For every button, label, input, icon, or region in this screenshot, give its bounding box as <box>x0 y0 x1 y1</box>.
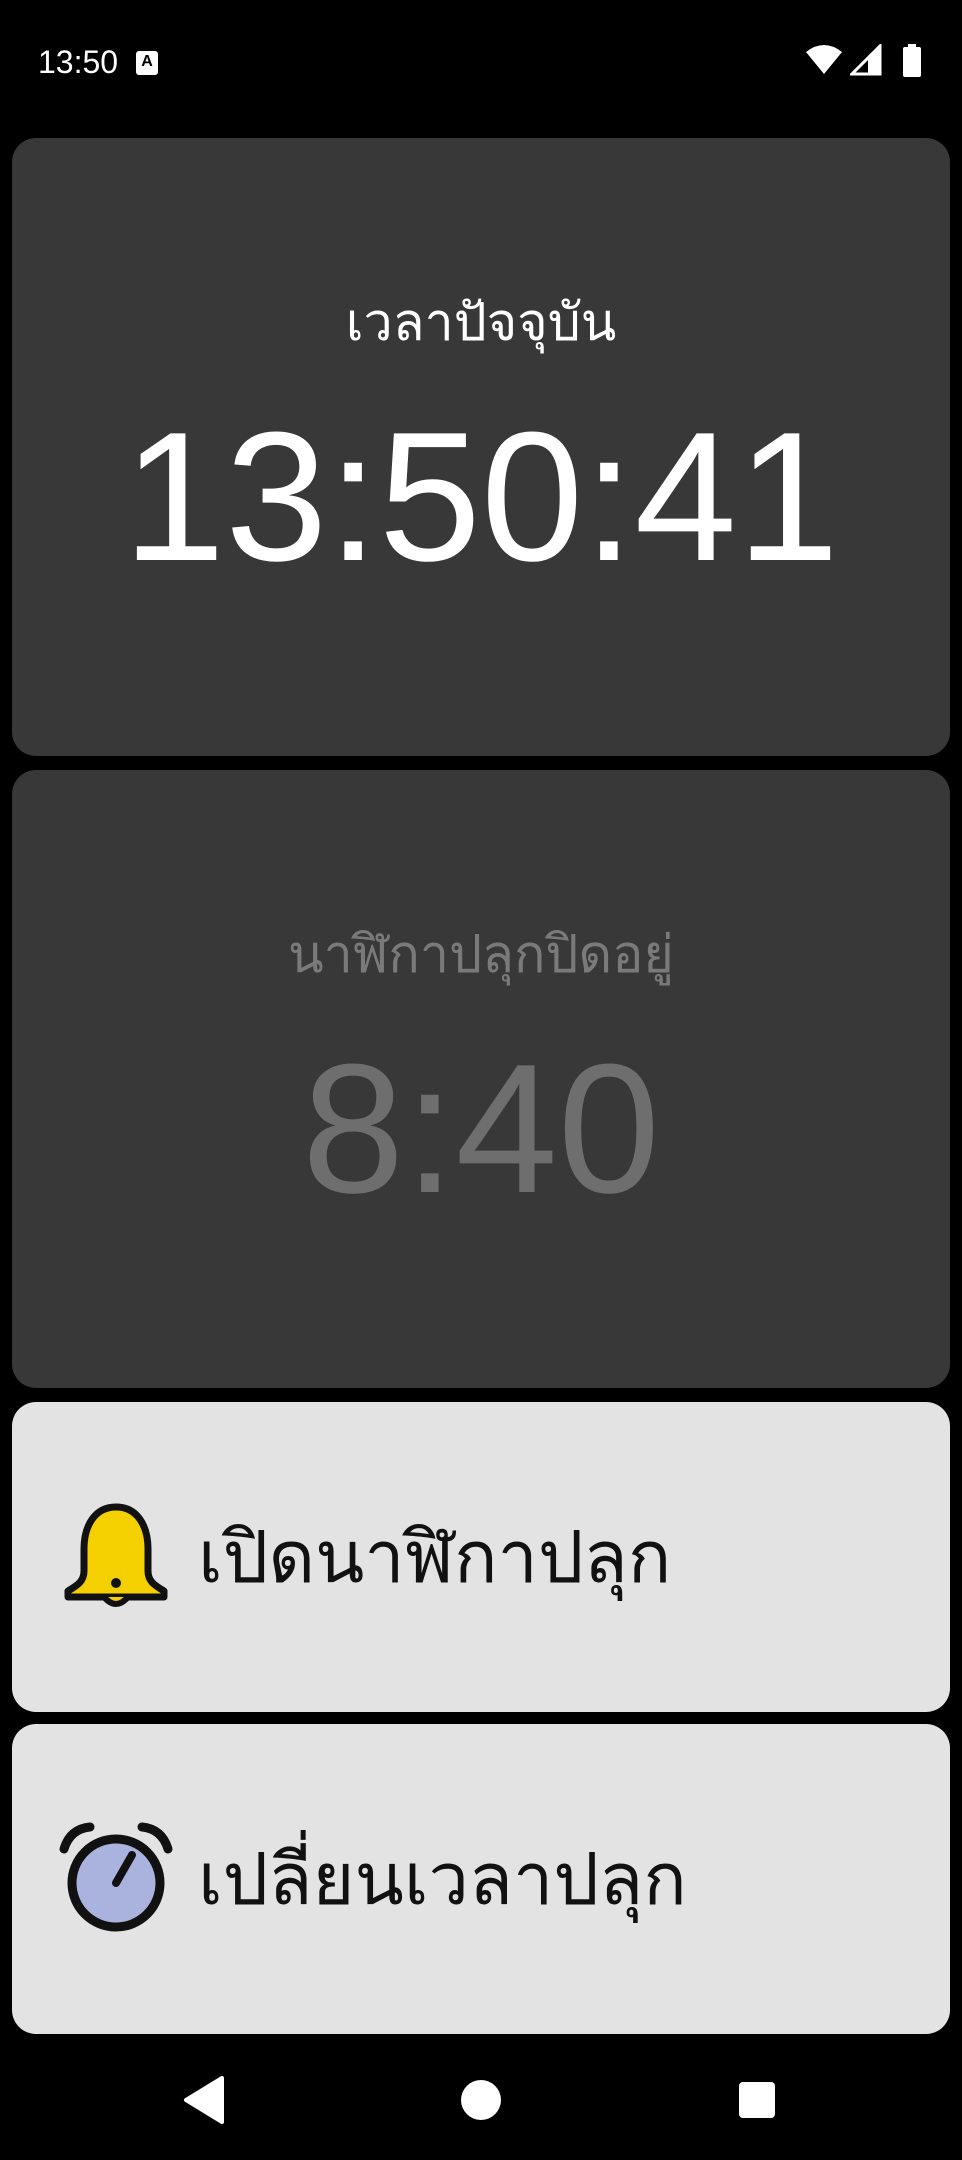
battery-icon <box>903 44 921 77</box>
alarm-clock-icon <box>59 1822 173 1932</box>
current-time-card: เวลาปัจจุบัน 13:50:41 <box>12 138 950 756</box>
alarm-time-value: 8:40 <box>301 1025 661 1231</box>
enable-alarm-button[interactable]: เปิดนาฬิกาปลุก <box>12 1402 950 1712</box>
bell-icon <box>64 1503 168 1607</box>
alarm-status-label: นาฬิกาปลุกปิดอยู่ <box>288 925 674 985</box>
enable-alarm-label: เปิดนาฬิกาปลุก <box>198 1515 672 1599</box>
wifi-icon <box>806 45 842 74</box>
current-time-label: เวลาปัจจุบัน <box>345 293 617 353</box>
back-icon[interactable] <box>164 2060 244 2140</box>
current-time-value: 13:50:41 <box>122 393 840 599</box>
status-time: 13:50 <box>38 44 119 80</box>
home-icon[interactable] <box>441 2060 521 2140</box>
alarm-status-card: นาฬิกาปลุกปิดอยู่ 8:40 <box>12 770 950 1388</box>
notification-a-icon: A <box>136 51 158 75</box>
signal-icon <box>850 44 882 76</box>
change-alarm-time-button[interactable]: เปลี่ยนเวลาปลุก <box>12 1724 950 2034</box>
status-bar: 13:50 A <box>0 0 962 128</box>
navigation-bar <box>0 2040 962 2160</box>
change-alarm-time-label: เปลี่ยนเวลาปลุก <box>198 1837 687 1921</box>
recents-icon[interactable] <box>717 2060 797 2140</box>
